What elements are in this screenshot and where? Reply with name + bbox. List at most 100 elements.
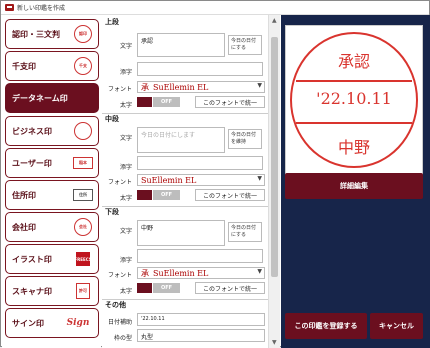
top-bold-label: 太字 (119, 102, 132, 109)
section-top-header: 上段 (102, 17, 268, 28)
register-stamp-button[interactable]: この印鑑を登録する (285, 313, 367, 339)
font-name: SuEllemin EL (141, 175, 197, 185)
tab-label: スキャナ印 (12, 286, 52, 296)
scroll-up-icon[interactable]: ▲ (272, 17, 277, 24)
bottom-font-select[interactable]: 承 SuEllemin EL ▼ (137, 267, 265, 279)
tab-label: ユーザー印 (12, 158, 52, 168)
sign-thumb-icon: Sign (66, 318, 90, 328)
middle-date-button[interactable]: 今日の日付を維持 (228, 129, 262, 149)
middle-text-label: 文字 (119, 135, 132, 142)
preview-panel: 承認 '22.10.11 中野 詳細編集 この印鑑を登録する キャンセル (281, 15, 430, 348)
seal-thumb-icon: 認印 (74, 25, 92, 43)
bottom-font-label: フォント (107, 272, 132, 279)
cancel-button[interactable]: キャンセル (370, 313, 423, 339)
font-glyph: 承 (141, 82, 149, 92)
top-font-select[interactable]: 承 SuEllemin EL ▼ (137, 81, 265, 93)
tab-illust[interactable]: イラスト印 FREECS (5, 244, 99, 274)
middle-sub-label: 添字 (119, 164, 132, 171)
detail-edit-button[interactable]: 詳細編集 (285, 173, 423, 199)
bottom-date-button[interactable]: 今日の日付にする (228, 222, 262, 242)
stamp-bottom-text: 中野 (337, 138, 370, 157)
top-sub-input[interactable] (137, 62, 263, 76)
top-sub-label: 添字 (119, 69, 132, 76)
thumb-icon: 認印 (73, 25, 93, 43)
bottom-text-input[interactable]: 中野 (137, 220, 225, 246)
top-font-label: フォント (107, 86, 132, 93)
seal-thumb-icon: 千支 (74, 57, 92, 75)
tab-label: 千支印 (12, 61, 36, 71)
bottom-bold-toggle[interactable]: OFF (153, 283, 180, 293)
frame-label: 枠の型 (113, 335, 132, 342)
thumb-icon: 千支 (73, 57, 93, 75)
seal-thumb-icon: 住所 (73, 189, 93, 201)
bottom-text-label: 文字 (119, 228, 132, 235)
frame-select[interactable]: 丸型 (137, 329, 265, 342)
top-bold-toggle[interactable]: OFF (153, 97, 180, 107)
tab-sign[interactable]: サイン印 Sign (5, 308, 99, 338)
tab-label: ビジネス印 (12, 126, 52, 136)
seal-thumb-icon: 会社 (74, 218, 92, 236)
chevron-down-icon: ▼ (257, 268, 262, 275)
top-text-input[interactable]: 承認 (137, 33, 225, 57)
settings-scrollbar[interactable]: ▲ ▼ (268, 15, 280, 348)
stamp-preview: 承認 '22.10.11 中野 (285, 25, 423, 177)
chevron-down-icon: ▼ (257, 175, 262, 182)
top-color-swatch[interactable] (137, 97, 152, 107)
tab-eto[interactable]: 千支印 千支 (5, 51, 99, 81)
date-label: 日付補助 (107, 319, 132, 326)
thumb-icon: FREECS (73, 250, 93, 268)
app-icon (5, 4, 14, 11)
tab-label: 会社印 (12, 222, 36, 232)
font-glyph: 承 (141, 268, 149, 278)
middle-bold-label: 太字 (119, 195, 132, 202)
top-unify-button[interactable]: このフォントで統一 (195, 96, 265, 108)
thumb-icon: 住所 (73, 186, 93, 204)
thumb-icon: 稲本 (73, 154, 93, 172)
middle-bold-toggle[interactable]: OFF (153, 190, 180, 200)
tab-label: 認印・三文判 (12, 29, 60, 39)
settings-panel: 上段 文字 承認 今日の日付にする 添字 フォント 承 SuEllemin EL… (102, 15, 268, 348)
middle-color-swatch[interactable] (137, 190, 152, 200)
stamp-divider (296, 122, 412, 124)
middle-sub-input[interactable] (137, 156, 263, 170)
middle-font-label: フォント (107, 179, 132, 186)
tab-label: サイン印 (12, 318, 44, 328)
tab-company[interactable]: 会社印 会社 (5, 212, 99, 242)
thumb-icon (73, 122, 93, 140)
section-other-header: その他 (102, 299, 268, 310)
bottom-bold-label: 太字 (119, 288, 132, 295)
thumb-icon: 会社 (73, 218, 93, 236)
middle-unify-button[interactable]: このフォントで統一 (195, 189, 265, 201)
title-bar: 新しい印鑑を作成 (1, 1, 429, 15)
middle-font-select[interactable]: SuEllemin EL ▼ (137, 174, 265, 186)
stamp-type-list: 認印・三文判 認印 千支印 千支 データネーム印 ビジネス印 ユーザー印 稲本 … (2, 15, 101, 348)
tab-label: データネーム印 (12, 93, 68, 103)
tab-address[interactable]: 住所印 住所 (5, 180, 99, 210)
seal-thumb-icon: 稲本 (73, 157, 93, 169)
stamp-mid-text: '22.10.11 (316, 89, 392, 108)
tab-business[interactable]: ビジネス印 (5, 116, 99, 146)
bottom-color-swatch[interactable] (137, 283, 152, 293)
middle-text-input[interactable]: 今日の日付にします (137, 127, 225, 153)
tab-label: 住所印 (12, 190, 36, 200)
section-bottom-header: 下段 (102, 206, 268, 217)
bottom-unify-button[interactable]: このフォントで統一 (195, 282, 265, 294)
scroll-thumb[interactable] (271, 37, 278, 277)
chevron-down-icon: ▼ (257, 82, 262, 89)
tab-scanner[interactable]: スキャナ印 許可 (5, 276, 99, 306)
tab-user[interactable]: ユーザー印 稲本 (5, 148, 99, 178)
tab-mitomein[interactable]: 認印・三文判 認印 (5, 19, 99, 49)
thumb-icon: 許可 (73, 282, 93, 300)
top-date-button[interactable]: 今日の日付にする (228, 35, 262, 55)
font-name: SuEllemin EL (153, 82, 209, 92)
app-window: 新しい印鑑を作成 認印・三文判 認印 千支印 千支 データネーム印 ビジネス印 … (0, 0, 430, 348)
scroll-down-icon[interactable]: ▼ (272, 339, 277, 346)
tab-dataname[interactable]: データネーム印 (5, 83, 99, 113)
stamp-divider (296, 80, 412, 82)
bottom-sub-label: 添字 (119, 257, 132, 264)
stamp-image: 承認 '22.10.11 中野 (290, 32, 418, 168)
date-select[interactable]: '22.10.11 (137, 313, 265, 326)
font-name: SuEllemin EL (153, 268, 209, 278)
bottom-sub-input[interactable] (137, 249, 263, 263)
seal-thumb-icon: FREECS (74, 252, 92, 266)
